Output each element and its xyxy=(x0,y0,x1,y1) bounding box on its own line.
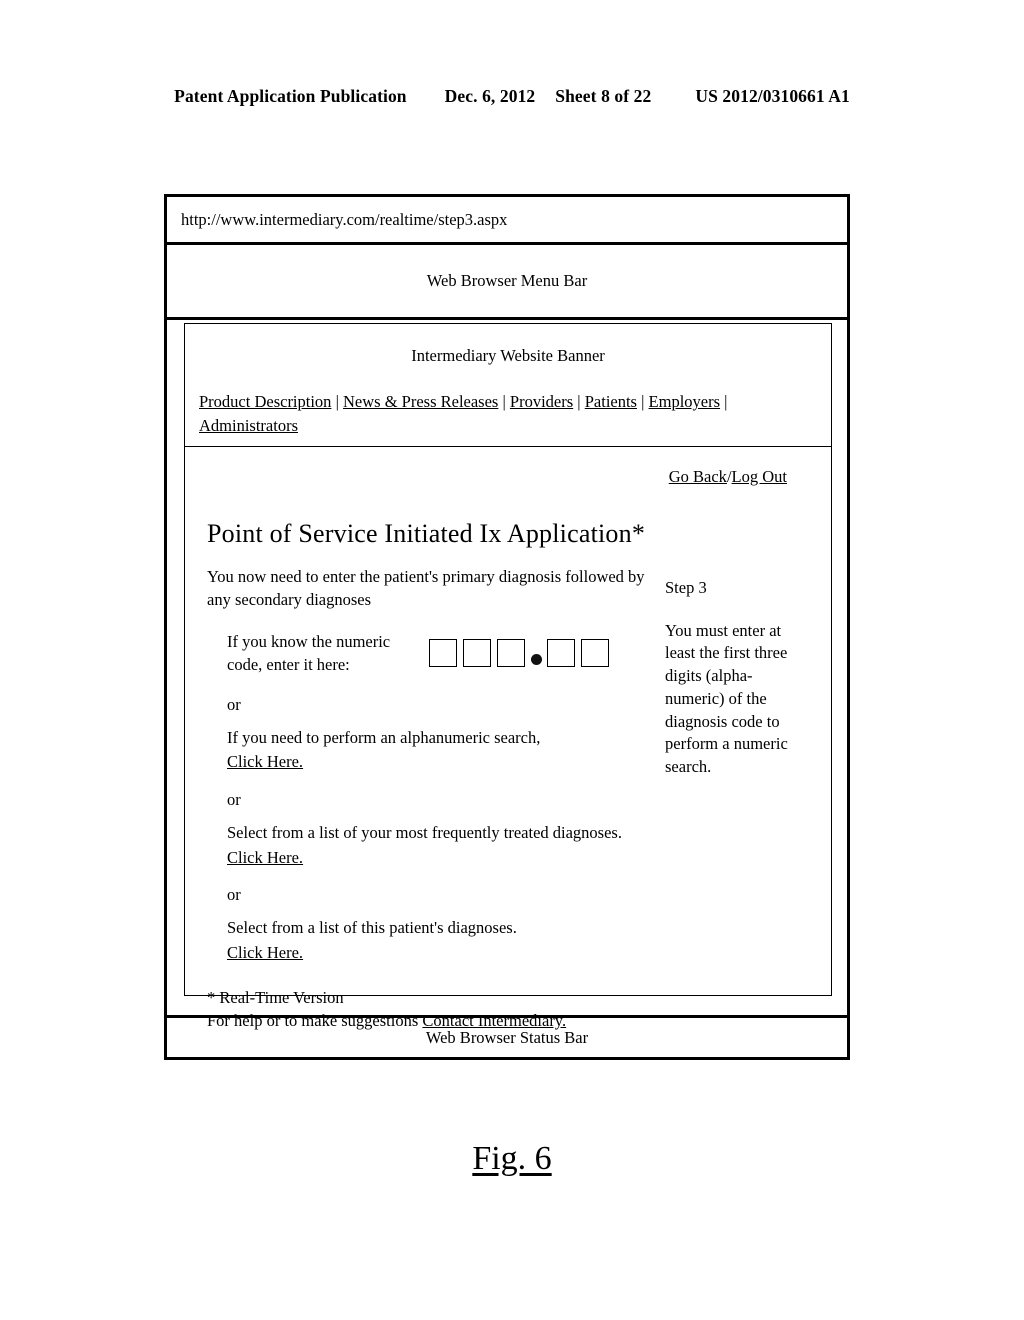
publication-label: Patent Application Publication xyxy=(174,86,407,106)
browser-status-bar-label: Web Browser Status Bar xyxy=(425,1027,589,1047)
log-out-link[interactable]: Log Out xyxy=(732,467,787,486)
code-digit-box-3[interactable] xyxy=(497,639,525,668)
alphanumeric-search-link[interactable]: Click Here. xyxy=(227,752,303,771)
nav-item-employers[interactable]: Employers xyxy=(649,392,721,411)
nav-separator: | xyxy=(498,392,510,411)
publication-date: Dec. 6, 2012 xyxy=(444,86,536,106)
figure-caption: Fig. 6 xyxy=(0,1140,1024,1178)
go-back-link[interactable]: Go Back xyxy=(669,467,727,486)
browser-menu-bar-label: Web Browser Menu Bar xyxy=(426,271,588,290)
code-digit-box-1[interactable] xyxy=(429,639,457,668)
figure-caption-text: Fig. 6 xyxy=(472,1140,552,1177)
frequent-diagnoses-link[interactable]: Click Here. xyxy=(227,848,303,867)
step-instruction: You must enter at least the first three … xyxy=(665,620,788,777)
session-toolbar: Go Back/Log Out xyxy=(185,447,831,487)
code-digit-box-4[interactable] xyxy=(547,639,575,668)
browser-window: http://www.intermediary.com/realtime/ste… xyxy=(164,194,850,1060)
step-sidebar: Step 3 You must enter at least the first… xyxy=(653,549,803,779)
nav-separator: | xyxy=(331,392,343,411)
lead-instruction-text: You now need to enter the patient's prim… xyxy=(207,566,645,610)
patient-diagnoses-link[interactable]: Click Here. xyxy=(227,943,303,962)
numeric-code-label: If you know the numeric code, enter it h… xyxy=(227,631,391,675)
browser-menu-bar[interactable]: Web Browser Menu Bar xyxy=(167,245,847,320)
version-footnote: * Real-Time Version xyxy=(207,988,344,1008)
option-link-1: Click Here. xyxy=(227,750,303,773)
code-digit-box-2[interactable] xyxy=(463,639,491,668)
or-label-3: or xyxy=(227,885,241,905)
option-text-3: Select from a list of this patient's dia… xyxy=(227,918,517,938)
options-block: If you know the numeric code, enter it h… xyxy=(207,630,653,965)
nav-separator: | xyxy=(573,392,585,411)
page-title: Point of Service Initiated Ix Applicatio… xyxy=(207,518,646,548)
nav-separator: | xyxy=(720,392,728,411)
option-link-2: Click Here. xyxy=(227,846,303,869)
patent-number: US 2012/0310661 A1 xyxy=(695,86,850,106)
nav-item-product-description[interactable]: Product Description xyxy=(199,392,331,411)
step-label: Step 3 xyxy=(665,577,707,597)
content-columns: You now need to enter the patient's prim… xyxy=(185,549,831,1033)
nav-item-news-press-releases[interactable]: News & Press Releases xyxy=(343,392,498,411)
website-banner-title: Intermediary Website Banner xyxy=(411,346,605,365)
or-label-1: or xyxy=(227,694,241,714)
website-content: Go Back/Log Out Point of Service Initiat… xyxy=(185,447,831,1031)
option-text-2: Select from a list of your most frequent… xyxy=(227,823,622,843)
website-banner-block: Intermediary Website Banner Product Desc… xyxy=(185,324,831,447)
numeric-code-entry-row: If you know the numeric code, enter it h… xyxy=(227,630,653,677)
main-column: You now need to enter the patient's prim… xyxy=(185,549,653,1033)
patent-page-header: Patent Application Publication Dec. 6, 2… xyxy=(0,86,1024,107)
sheet-number: Sheet 8 of 22 xyxy=(555,86,652,106)
browser-status-bar: Web Browser Status Bar xyxy=(167,1015,847,1057)
code-digit-box-5[interactable] xyxy=(581,639,609,668)
diagnosis-code-input-group[interactable] xyxy=(429,639,615,668)
website-panel: Intermediary Website Banner Product Desc… xyxy=(184,323,832,1030)
decimal-point-icon xyxy=(531,654,542,666)
option-link-3: Click Here. xyxy=(227,941,303,964)
url-text: http://www.intermediary.com/realtime/ste… xyxy=(181,209,508,229)
nav-item-providers[interactable]: Providers xyxy=(510,392,573,411)
website-navigation: Product Description | News & Press Relea… xyxy=(197,390,819,438)
option-text-1: If you need to perform an alphanumeric s… xyxy=(227,727,541,747)
address-bar[interactable]: http://www.intermediary.com/realtime/ste… xyxy=(167,197,847,245)
nav-item-administrators[interactable]: Administrators xyxy=(199,416,298,435)
nav-separator: | xyxy=(636,392,649,411)
nav-item-patients[interactable]: Patients xyxy=(585,392,637,411)
or-label-2: or xyxy=(227,789,241,809)
